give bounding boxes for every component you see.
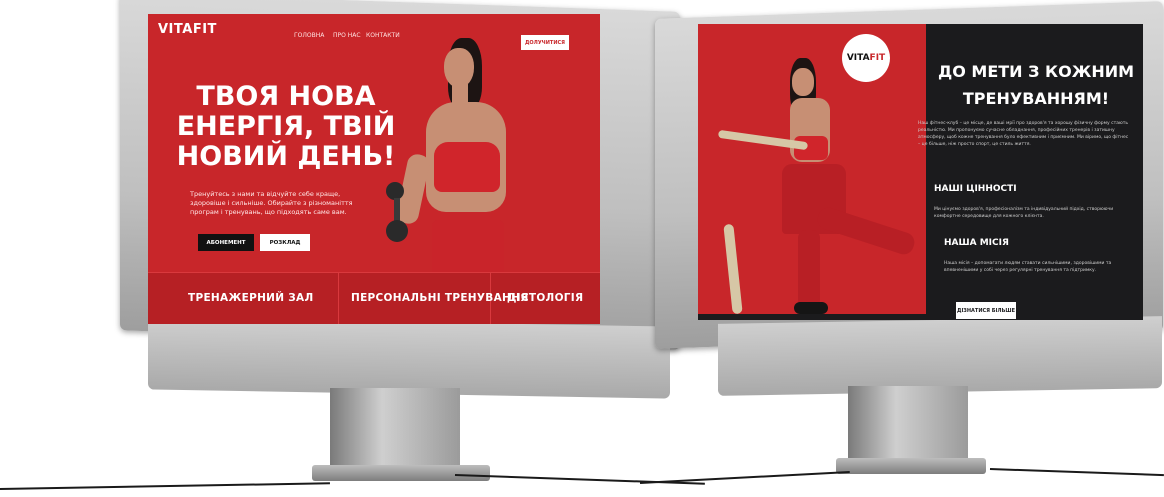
nav-about[interactable]: ПРО НАС	[333, 32, 361, 39]
service-gym[interactable]: ТРЕНАЖЕРНИЙ ЗАЛ	[188, 292, 314, 304]
values-heading: НАШІ ЦІННОСТІ	[934, 184, 1017, 194]
logo-vita: VITA	[846, 53, 870, 63]
values-text: Ми цінуємо здоров'я, професіоналізм та і…	[934, 207, 1114, 219]
logo-fit: FIT	[192, 22, 217, 37]
right-stand-base	[836, 458, 986, 474]
right-title-line-1: ДО МЕТИ З КОЖНИМ	[937, 62, 1135, 81]
right-logo[interactable]: VITA FIT	[842, 34, 890, 82]
membership-button[interactable]: АБОНЕМЕНТ	[198, 234, 254, 251]
right-page-title: ДО МЕТИ З КОЖНИМ ТРЕНУВАННЯМ!	[936, 58, 1136, 112]
hero-subtitle: Тренуйтесь з нами та відчуйте себе краще…	[190, 190, 353, 216]
learn-more-button[interactable]: ДІЗНАТИСЯ БІЛЬШЕ	[956, 302, 1016, 319]
left-logo[interactable]: VITAFIT	[158, 22, 217, 37]
mission-heading: НАША МІСІЯ	[944, 238, 1009, 248]
services-divider-1	[338, 272, 339, 324]
service-personal-training[interactable]: ПЕРСОНАЛЬНІ ТРЕНУВАННЯ	[351, 292, 529, 304]
right-website-screen: VITA FIT ДО МЕТИ З КОЖНИМ ТРЕНУВАННЯМ! На…	[698, 24, 1143, 320]
left-website-screen: VITAFIT ГОЛОВНА ПРО НАС КОНТАКТИ ДОЛУЧИТ…	[148, 14, 600, 324]
left-monitor-chin	[148, 317, 670, 399]
right-cable	[639, 471, 850, 484]
hero-athlete-image	[386, 34, 538, 280]
left-stand-neck	[330, 388, 460, 468]
logo-fit: FIT	[869, 53, 886, 63]
logo-vita: VITA	[158, 22, 193, 37]
service-nutrition[interactable]: ДІЄТОЛОГІЯ	[507, 292, 583, 304]
hero-title-line-1: ТВОЯ НОВА	[196, 81, 376, 112]
schedule-button[interactable]: РОЗКЛАД	[260, 234, 310, 251]
right-stand-neck	[848, 386, 968, 460]
athlete-photo-panel	[698, 24, 926, 315]
right-monitor-chin	[718, 316, 1162, 396]
about-intro-text: Наш фітнес-клуб – це місце, де ваші мрії…	[918, 121, 1129, 147]
left-cable-2	[454, 474, 705, 485]
hero-title-line-2: ЕНЕРГІЯ, ТВІЙ	[176, 111, 396, 142]
left-cable	[0, 482, 330, 490]
right-title-line-2: ТРЕНУВАННЯМ!	[962, 89, 1110, 108]
mission-text: Наша місія – допомагати людям ставати си…	[944, 261, 1112, 273]
nav-home[interactable]: ГОЛОВНА	[294, 32, 324, 39]
hero-title: ТВОЯ НОВА ЕНЕРГІЯ, ТВІЙ НОВИЙ ДЕНЬ!	[176, 82, 396, 172]
right-cable-2	[989, 468, 1164, 477]
left-stand-base	[312, 465, 490, 481]
hero-title-line-3: НОВИЙ ДЕНЬ!	[176, 141, 396, 172]
